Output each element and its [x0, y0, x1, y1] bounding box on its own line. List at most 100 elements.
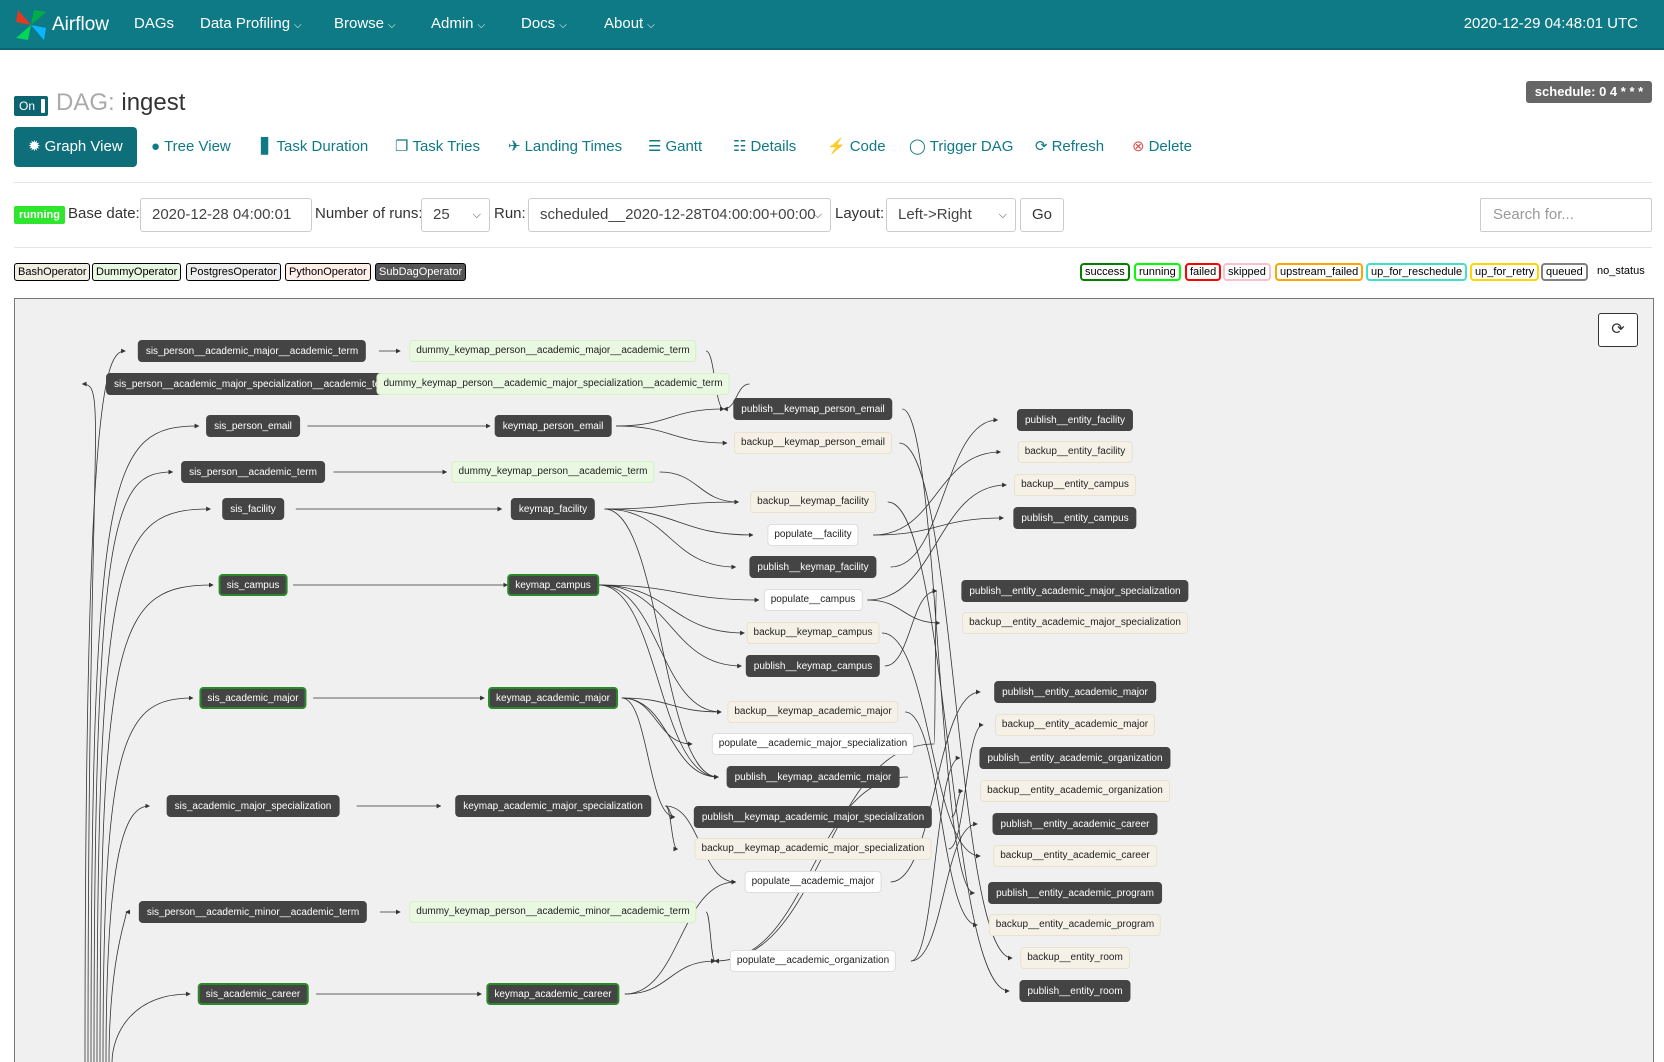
- task-node[interactable]: keymap_academic_career: [486, 983, 620, 1005]
- task-node[interactable]: publish__keymap_academic_major_specializ…: [693, 806, 933, 828]
- task-node[interactable]: populate__academic_organization: [729, 950, 897, 972]
- task-node[interactable]: keymap_facility: [510, 498, 596, 520]
- tab-refresh[interactable]: ⟳ Refresh: [1035, 127, 1104, 167]
- tab-landing-times[interactable]: ✈ Landing Times: [508, 127, 622, 167]
- list-icon: ☰: [648, 138, 662, 155]
- task-node[interactable]: populate__academic_major: [744, 871, 882, 893]
- task-node[interactable]: sis_person__academic_term: [181, 461, 325, 483]
- graph-edge: [621, 697, 693, 747]
- operator-legend-item: DummyOperator: [92, 263, 182, 281]
- task-node[interactable]: backup__entity_academic_career: [993, 845, 1157, 867]
- task-node[interactable]: publish__entity_room: [1019, 980, 1131, 1002]
- graph-edge: [598, 584, 742, 669]
- nav-dags[interactable]: DAGs: [134, 15, 174, 32]
- task-node[interactable]: sis_campus: [218, 574, 288, 596]
- dag-graph-canvas[interactable]: sis_person__academic_major__academic_ter…: [14, 298, 1654, 1062]
- task-node[interactable]: sis_person_email: [206, 415, 300, 437]
- tab-trigger-dag[interactable]: ◯ Trigger DAG: [909, 127, 1013, 167]
- task-node[interactable]: dummy_keymap_person__academic_minor__aca…: [409, 901, 697, 923]
- task-node[interactable]: sis_person__academic_major_specializatio…: [106, 373, 400, 395]
- task-node[interactable]: backup__keymap_person_email: [734, 432, 892, 454]
- page-title: DAG: ingest: [56, 89, 185, 117]
- go-button[interactable]: Go: [1020, 198, 1064, 232]
- task-node[interactable]: backup__keymap_facility: [750, 491, 876, 513]
- dag-pause-toggle[interactable]: On: [14, 96, 48, 116]
- graph-edge: [598, 584, 719, 780]
- task-node[interactable]: populate__facility: [767, 524, 859, 546]
- task-node[interactable]: sis_facility: [222, 498, 284, 520]
- task-node[interactable]: publish__keymap_person_email: [733, 398, 893, 420]
- tab-tree-view[interactable]: ● Tree View: [151, 127, 231, 167]
- task-node[interactable]: publish__entity_campus: [1013, 507, 1137, 529]
- operator-legend-item: SubDagOperator: [375, 263, 467, 281]
- task-node[interactable]: publish__entity_academic_career: [992, 813, 1158, 835]
- task-node[interactable]: keymap_academic_major: [488, 687, 618, 709]
- num-runs-select[interactable]: 25 ⌵: [421, 198, 490, 232]
- status-legend-item: running: [1134, 263, 1181, 281]
- task-node[interactable]: populate__campus: [763, 589, 863, 611]
- top-navbar: Airflow DAGs Data Profiling ⌵ Browse ⌵ Adm…: [0, 0, 1664, 50]
- tab-delete[interactable]: ⊗ Delete: [1132, 127, 1192, 167]
- task-node[interactable]: keymap_person_email: [494, 415, 612, 437]
- nav-about[interactable]: About ⌵: [604, 15, 655, 32]
- task-node[interactable]: publish__keymap_academic_major: [726, 766, 900, 788]
- graph-refresh-button[interactable]: ⟳: [1598, 313, 1638, 347]
- task-node[interactable]: backup__entity_academic_major: [994, 714, 1156, 736]
- task-node[interactable]: publish__keymap_facility: [749, 556, 877, 578]
- task-node[interactable]: sis_academic_career: [197, 983, 309, 1005]
- task-node[interactable]: sis_person__academic_major__academic_ter…: [137, 340, 367, 362]
- task-node[interactable]: dummy_keymap_person__academic_major__aca…: [409, 340, 697, 362]
- task-node[interactable]: dummy_keymap_person__academic_term: [451, 461, 655, 483]
- nav-docs[interactable]: Docs ⌵: [521, 15, 567, 32]
- tab-task-duration[interactable]: ▋ Task Duration: [261, 127, 368, 167]
- run-label: Run:: [494, 205, 526, 222]
- task-node[interactable]: sis_academic_major: [199, 687, 307, 709]
- task-node[interactable]: keymap_academic_major_specialization: [455, 795, 651, 817]
- task-node[interactable]: backup__keymap_academic_major: [727, 701, 899, 723]
- task-node[interactable]: backup__entity_facility: [1017, 441, 1133, 463]
- task-node[interactable]: backup__entity_room: [1020, 947, 1130, 969]
- task-node[interactable]: publish__entity_academic_program: [988, 882, 1162, 904]
- task-node[interactable]: populate__academic_major_specialization: [711, 733, 915, 755]
- base-date-input[interactable]: 2020-12-28 04:00:01: [140, 198, 312, 232]
- layout-label: Layout:: [835, 205, 885, 222]
- tab-task-tries[interactable]: ❐ Task Tries: [395, 127, 480, 167]
- chevron-down-icon: ⌵: [998, 209, 1007, 221]
- tab-code[interactable]: ⚡ Code: [827, 127, 886, 167]
- task-node[interactable]: backup__entity_academic_program: [988, 914, 1162, 936]
- task-node[interactable]: backup__entity_academic_major_specializa…: [962, 612, 1188, 634]
- graph-edge: [105, 803, 151, 1062]
- task-node[interactable]: sis_person__academic_minor__academic_ter…: [138, 901, 368, 923]
- duplicate-icon: ❐: [395, 138, 409, 155]
- layout-select[interactable]: Left->Right ⌵: [886, 198, 1016, 232]
- task-node[interactable]: backup__keymap_campus: [746, 622, 880, 644]
- task-node[interactable]: publish__keymap_campus: [745, 655, 881, 677]
- graph-edge: [884, 588, 938, 667]
- task-node[interactable]: sis_academic_major_specialization: [166, 795, 340, 817]
- dag-id: ingest: [121, 89, 186, 116]
- graph-edge: [890, 417, 999, 568]
- task-node[interactable]: publish__entity_academic_organization: [979, 747, 1171, 769]
- play-circle-icon: ◯: [909, 138, 926, 155]
- task-node[interactable]: dummy_keymap_person__academic_major_spec…: [376, 373, 730, 395]
- task-node[interactable]: backup__keymap_academic_major_specializa…: [694, 838, 932, 860]
- graph-edge: [621, 697, 722, 715]
- nav-browse[interactable]: Browse ⌵: [334, 15, 396, 32]
- task-node[interactable]: backup__entity_campus: [1014, 474, 1136, 496]
- tab-details[interactable]: ☷ Details: [733, 127, 796, 167]
- tab-graph-view[interactable]: ✹ Graph View: [14, 127, 137, 167]
- search-input[interactable]: Search for...: [1480, 198, 1652, 232]
- task-node[interactable]: backup__entity_academic_organization: [980, 780, 1170, 802]
- chevron-down-icon: ⌵: [477, 20, 486, 31]
- task-node[interactable]: publish__entity_facility: [1016, 409, 1134, 431]
- run-select[interactable]: scheduled__2020-12-28T04:00:00+00:00 ⌵: [528, 198, 831, 232]
- tab-gantt[interactable]: ☰ Gantt: [648, 127, 702, 167]
- nav-data-profiling[interactable]: Data Profiling ⌵: [200, 15, 302, 32]
- task-node[interactable]: keymap_campus: [507, 574, 599, 596]
- status-legend-item: up_for_retry: [1470, 263, 1540, 281]
- task-node[interactable]: publish__entity_academic_major_specializ…: [961, 580, 1189, 602]
- chevron-down-icon: ⌵: [813, 209, 822, 221]
- brand-link[interactable]: Airflow: [14, 8, 109, 42]
- task-node[interactable]: publish__entity_academic_major: [994, 681, 1156, 703]
- nav-admin[interactable]: Admin ⌵: [431, 15, 485, 32]
